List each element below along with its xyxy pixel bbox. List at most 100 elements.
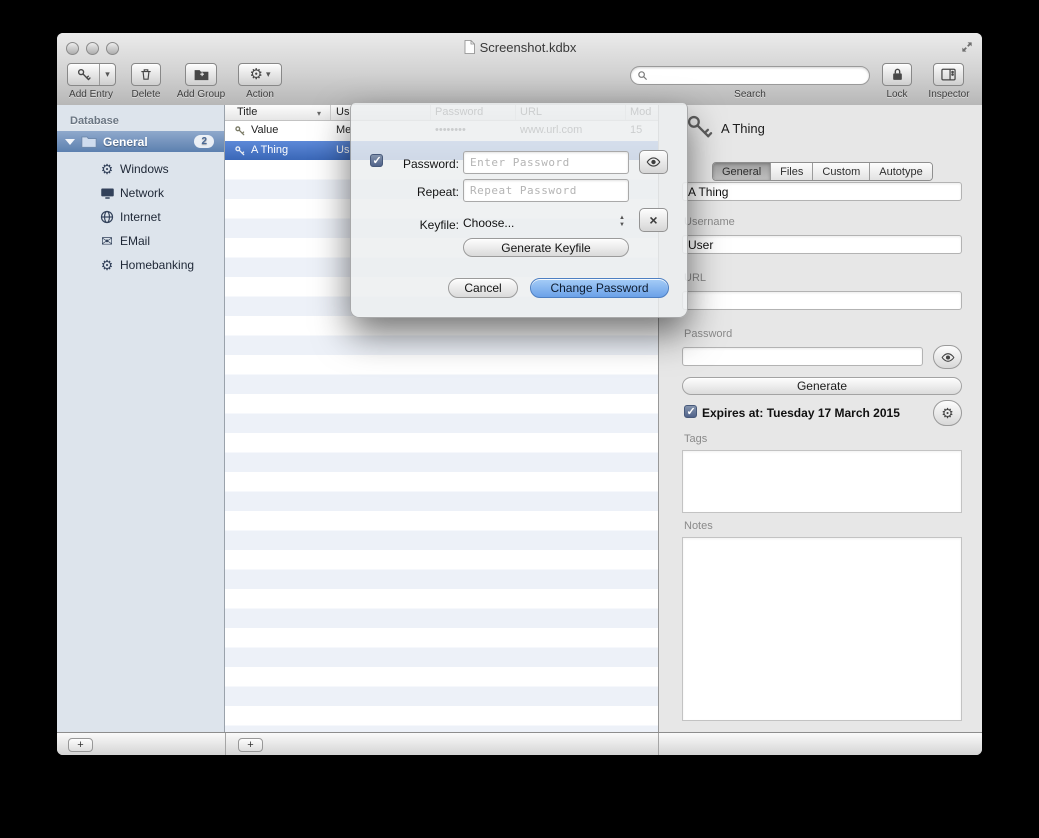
- action-label: Action: [238, 89, 282, 100]
- add-entry-footer-button[interactable]: +: [238, 738, 263, 752]
- monitor-icon: [99, 185, 115, 201]
- generate-keyfile-label: Generate Keyfile: [501, 241, 590, 255]
- password-field[interactable]: [682, 347, 923, 366]
- username-label: Username: [684, 216, 735, 228]
- sidebar-item-label: EMail: [120, 234, 150, 248]
- sidebar-item-internet[interactable]: Internet: [57, 205, 224, 229]
- column-divider[interactable]: [330, 105, 331, 120]
- stepper-down-icon: ▼: [619, 222, 625, 228]
- generate-keyfile-button[interactable]: Generate Keyfile: [463, 238, 629, 257]
- reveal-password-button[interactable]: [639, 150, 668, 174]
- globe-icon: [99, 209, 115, 225]
- search-input[interactable]: [652, 69, 863, 83]
- footer-divider: [658, 733, 659, 755]
- generate-label: Generate: [797, 379, 847, 393]
- repeat-label: Repeat:: [371, 185, 459, 199]
- action-button[interactable]: ⚙ ▾: [238, 63, 282, 86]
- chevron-down-icon[interactable]: ▾: [100, 70, 115, 79]
- sidebar-item-email[interactable]: ✉ EMail: [57, 229, 224, 253]
- delete-label: Delete: [116, 89, 176, 100]
- clear-keyfile-button[interactable]: ×: [639, 208, 668, 232]
- entry-title: A Thing: [721, 121, 765, 136]
- titlebar: Screenshot.kdbx: [57, 38, 982, 56]
- app-window: Screenshot.kdbx ▾ Add Entry Delete A: [57, 33, 982, 755]
- add-entry-label: Add Entry: [61, 89, 121, 100]
- window-title: Screenshot.kdbx: [480, 40, 577, 55]
- inspector-tabs: General Files Custom Autotype: [712, 162, 933, 181]
- plus-icon: +: [247, 740, 253, 751]
- tab-autotype[interactable]: Autotype: [870, 163, 931, 180]
- change-password-dialog: Password: Repeat: Keyfile: Choose... ▲ ▼…: [350, 103, 688, 318]
- sidebar-item-label: Internet: [120, 210, 161, 224]
- window-chrome: Screenshot.kdbx ▾ Add Entry Delete A: [57, 33, 982, 106]
- fullscreen-icon[interactable]: [960, 40, 974, 54]
- sidebar-item-homebanking[interactable]: ⚙ Homebanking: [57, 253, 224, 277]
- url-field[interactable]: [682, 291, 962, 310]
- new-password-input[interactable]: [463, 151, 629, 174]
- folder-plus-icon: [194, 68, 209, 81]
- username-field[interactable]: [682, 235, 962, 254]
- add-entry-button[interactable]: ▾: [67, 63, 116, 86]
- gear-icon: ⚙: [99, 161, 115, 177]
- sidebar-item-label: General: [103, 135, 148, 149]
- search-field[interactable]: [630, 66, 870, 85]
- add-group-footer-button[interactable]: +: [68, 738, 93, 752]
- delete-button[interactable]: [131, 63, 161, 86]
- expires-settings-button[interactable]: ⚙: [933, 400, 962, 426]
- popup-stepper-icon[interactable]: ▲ ▼: [619, 215, 625, 228]
- title-field[interactable]: [682, 182, 962, 201]
- repeat-password-input[interactable]: [463, 179, 629, 202]
- inspector-button[interactable]: [933, 63, 964, 86]
- key-icon: [234, 125, 246, 137]
- change-password-button[interactable]: Change Password: [530, 278, 669, 298]
- column-header-username[interactable]: Us: [336, 106, 349, 118]
- search-icon: [637, 70, 648, 81]
- plus-icon: +: [77, 740, 83, 751]
- sidebar-item-label: Homebanking: [120, 258, 194, 272]
- footer-divider: [225, 733, 226, 755]
- inspector-panel-icon: [941, 68, 956, 81]
- expires-label: Expires at: Tuesday 17 March 2015: [702, 406, 900, 420]
- tags-input[interactable]: [682, 450, 962, 513]
- document-icon: [463, 40, 475, 54]
- sidebar-item-windows[interactable]: ⚙ Windows: [57, 157, 224, 181]
- inspector-label: Inspector: [923, 89, 975, 100]
- disclosure-triangle-icon[interactable]: [65, 139, 75, 145]
- stepper-up-icon: ▲: [619, 215, 625, 221]
- sidebar-item-network[interactable]: Network: [57, 181, 224, 205]
- inspector-panel: A Thing General Files Custom Autotype Us…: [658, 105, 982, 732]
- add-group-button[interactable]: [185, 63, 217, 86]
- sidebar-section-header: Database: [70, 115, 119, 127]
- sidebar-item-label: Network: [120, 186, 164, 200]
- window-footer: + +: [57, 732, 982, 755]
- chevron-down-icon: ▾: [266, 70, 271, 79]
- close-icon: ×: [649, 213, 657, 227]
- search-label: Search: [630, 89, 870, 100]
- add-group-label: Add Group: [172, 89, 230, 100]
- sidebar-item-general[interactable]: General 2: [57, 131, 224, 152]
- lock-button[interactable]: [882, 63, 912, 86]
- trash-icon: [139, 67, 153, 82]
- keyfile-label: Keyfile:: [371, 218, 459, 232]
- expires-checkbox[interactable]: [684, 405, 697, 418]
- notes-input[interactable]: [682, 537, 962, 721]
- tab-files[interactable]: Files: [771, 163, 813, 180]
- gear-icon: ⚙: [99, 257, 115, 273]
- cancel-button[interactable]: Cancel: [448, 278, 518, 298]
- tab-custom[interactable]: Custom: [813, 163, 870, 180]
- generate-password-button[interactable]: Generate: [682, 377, 962, 395]
- entry-count-badge: 2: [194, 135, 214, 148]
- lock-icon: [891, 67, 904, 82]
- keyfile-popup[interactable]: Choose...: [463, 213, 629, 233]
- key-icon: [68, 67, 99, 82]
- folder-icon: [81, 135, 97, 148]
- reveal-password-button[interactable]: [933, 345, 962, 369]
- sort-indicator-icon: ▾: [317, 109, 321, 118]
- keyfile-value: Choose...: [463, 216, 514, 230]
- key-icon: [685, 113, 713, 141]
- tags-label: Tags: [684, 433, 707, 445]
- password-label: Password: [684, 328, 732, 340]
- column-header-title[interactable]: Title: [237, 106, 257, 118]
- change-password-label: Change Password: [550, 281, 648, 295]
- tab-general[interactable]: General: [713, 163, 771, 180]
